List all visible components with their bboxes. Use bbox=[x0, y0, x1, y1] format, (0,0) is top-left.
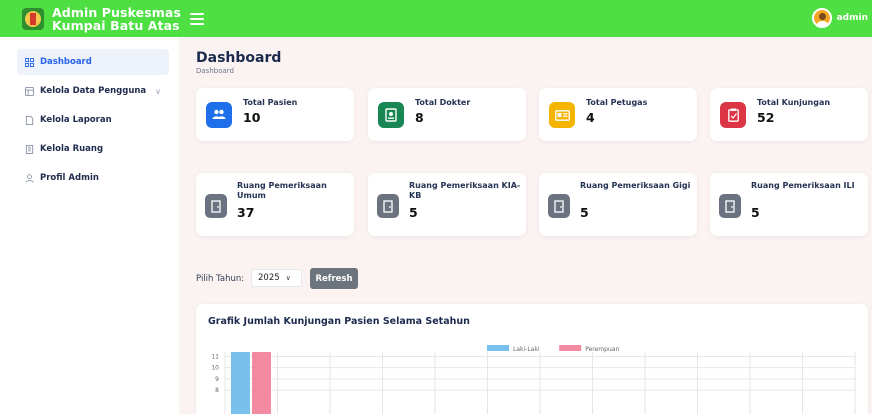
chart-card: Grafik Jumlah Kunjungan Pasien Selama Se… bbox=[196, 304, 868, 414]
room-card-ili: Ruang Pemeriksaan ILI 5 bbox=[710, 173, 868, 236]
room-value: 5 bbox=[409, 205, 418, 220]
brand-title-line1: Admin Puskesmas bbox=[52, 4, 181, 20]
main-content: Dashboard Dashboard Total Pasien 10 Tota… bbox=[179, 37, 872, 414]
bar-perempuan bbox=[252, 352, 271, 414]
room-label: Ruang Pemeriksaan Umum bbox=[237, 181, 327, 200]
stat-card-total-petugas: Total Petugas 4 bbox=[539, 88, 697, 141]
brand-title-line2: Kumpai Batu Atas bbox=[52, 17, 180, 33]
brand-title: Admin Puskesmas Kumpai Batu Atas bbox=[52, 6, 181, 32]
visit-chart: Laki-Laki Perempuan 8 9 10 11 bbox=[211, 345, 856, 414]
legend-swatch bbox=[487, 345, 509, 351]
y-tick-label: 11 bbox=[211, 353, 219, 360]
stat-value: 8 bbox=[415, 110, 424, 125]
stat-value: 52 bbox=[757, 110, 775, 125]
grid-icon bbox=[25, 57, 34, 67]
sidebar: Dashboard Kelola Data Pengguna ∨ Kelola … bbox=[0, 37, 179, 414]
y-tick-label: 8 bbox=[215, 387, 219, 394]
legend-label: Laki-Laki bbox=[513, 346, 540, 353]
year-select[interactable]: 2025 ∨ bbox=[251, 269, 302, 287]
sidebar-item-kelola-data-pengguna[interactable]: Kelola Data Pengguna ∨ bbox=[17, 78, 169, 104]
sidebar-item-label: Kelola Data Pengguna bbox=[40, 86, 147, 96]
stat-value: 4 bbox=[586, 110, 595, 125]
sidebar-item-label: Dashboard bbox=[40, 57, 92, 67]
bar-laki-laki bbox=[231, 352, 250, 414]
door-icon bbox=[719, 194, 741, 218]
sidebar-item-label: Kelola Ruang bbox=[40, 144, 104, 154]
sidebar-item-label: Kelola Laporan bbox=[40, 115, 112, 125]
year-filter-label: Pilih Tahun: bbox=[196, 274, 245, 284]
y-tick-label: 10 bbox=[211, 365, 219, 372]
room-value: 37 bbox=[237, 205, 255, 220]
room-label: Ruang Pemeriksaan KIA-KB bbox=[409, 181, 521, 200]
legend-label: Perempuan bbox=[585, 346, 619, 353]
sidebar-item-label: Profil Admin bbox=[40, 173, 99, 183]
brand[interactable]: Admin Puskesmas Kumpai Batu Atas bbox=[0, 0, 200, 37]
avatar bbox=[811, 8, 832, 28]
sidebar-item-kelola-ruang[interactable]: Kelola Ruang bbox=[17, 136, 169, 162]
stat-card-total-pasien: Total Pasien 10 bbox=[196, 88, 354, 141]
clipboard-icon bbox=[720, 102, 746, 128]
year-select-value: 2025 bbox=[258, 273, 280, 283]
layout-icon bbox=[25, 86, 34, 96]
stat-card-total-dokter: Total Dokter 8 bbox=[368, 88, 526, 141]
stat-label: Total Dokter bbox=[415, 98, 471, 107]
sidebar-item-profil-admin[interactable]: Profil Admin bbox=[17, 165, 169, 191]
room-card-umum: Ruang Pemeriksaan Umum 37 bbox=[196, 173, 354, 236]
id-card-icon bbox=[549, 102, 575, 128]
sidebar-item-kelola-laporan[interactable]: Kelola Laporan bbox=[17, 107, 169, 133]
room-card-gigi: Ruang Pemeriksaan Gigi 5 bbox=[539, 173, 697, 236]
room-card-kia-kb: Ruang Pemeriksaan KIA-KB 5 bbox=[368, 173, 526, 236]
user-menu[interactable]: admin bbox=[811, 8, 868, 28]
door-icon bbox=[377, 194, 399, 218]
chevron-down-icon: ∨ bbox=[155, 86, 162, 96]
breadcrumb[interactable]: Dashboard bbox=[196, 67, 234, 75]
building-icon bbox=[25, 144, 34, 154]
file-icon bbox=[25, 115, 34, 125]
stat-label: Total Pasien bbox=[243, 98, 298, 107]
stat-card-total-kunjungan: Total Kunjungan 52 bbox=[710, 88, 868, 141]
door-icon bbox=[205, 194, 227, 218]
room-value: 5 bbox=[751, 205, 760, 220]
people-icon bbox=[206, 102, 232, 128]
sidebar-item-dashboard[interactable]: Dashboard bbox=[17, 49, 169, 75]
room-label: Ruang Pemeriksaan Gigi bbox=[580, 181, 691, 190]
legend-swatch bbox=[559, 345, 582, 351]
user-name: admin bbox=[836, 13, 868, 23]
room-label: Ruang Pemeriksaan ILI bbox=[751, 181, 855, 190]
stat-value: 10 bbox=[243, 110, 261, 125]
puskesmas-logo-icon bbox=[22, 7, 44, 30]
room-value: 5 bbox=[580, 205, 589, 220]
person-icon bbox=[25, 173, 34, 183]
chevron-down-icon: ∨ bbox=[285, 274, 291, 282]
refresh-button[interactable]: Refresh bbox=[310, 268, 358, 289]
stat-label: Total Petugas bbox=[586, 98, 648, 107]
doctor-badge-icon bbox=[378, 102, 404, 128]
stat-label: Total Kunjungan bbox=[757, 98, 831, 107]
menu-toggle-icon[interactable] bbox=[190, 12, 204, 25]
page-title: Dashboard bbox=[196, 50, 282, 66]
top-navbar: Admin Puskesmas Kumpai Batu Atas admin bbox=[0, 0, 872, 37]
y-tick-label: 9 bbox=[215, 376, 219, 383]
door-icon bbox=[548, 194, 570, 218]
